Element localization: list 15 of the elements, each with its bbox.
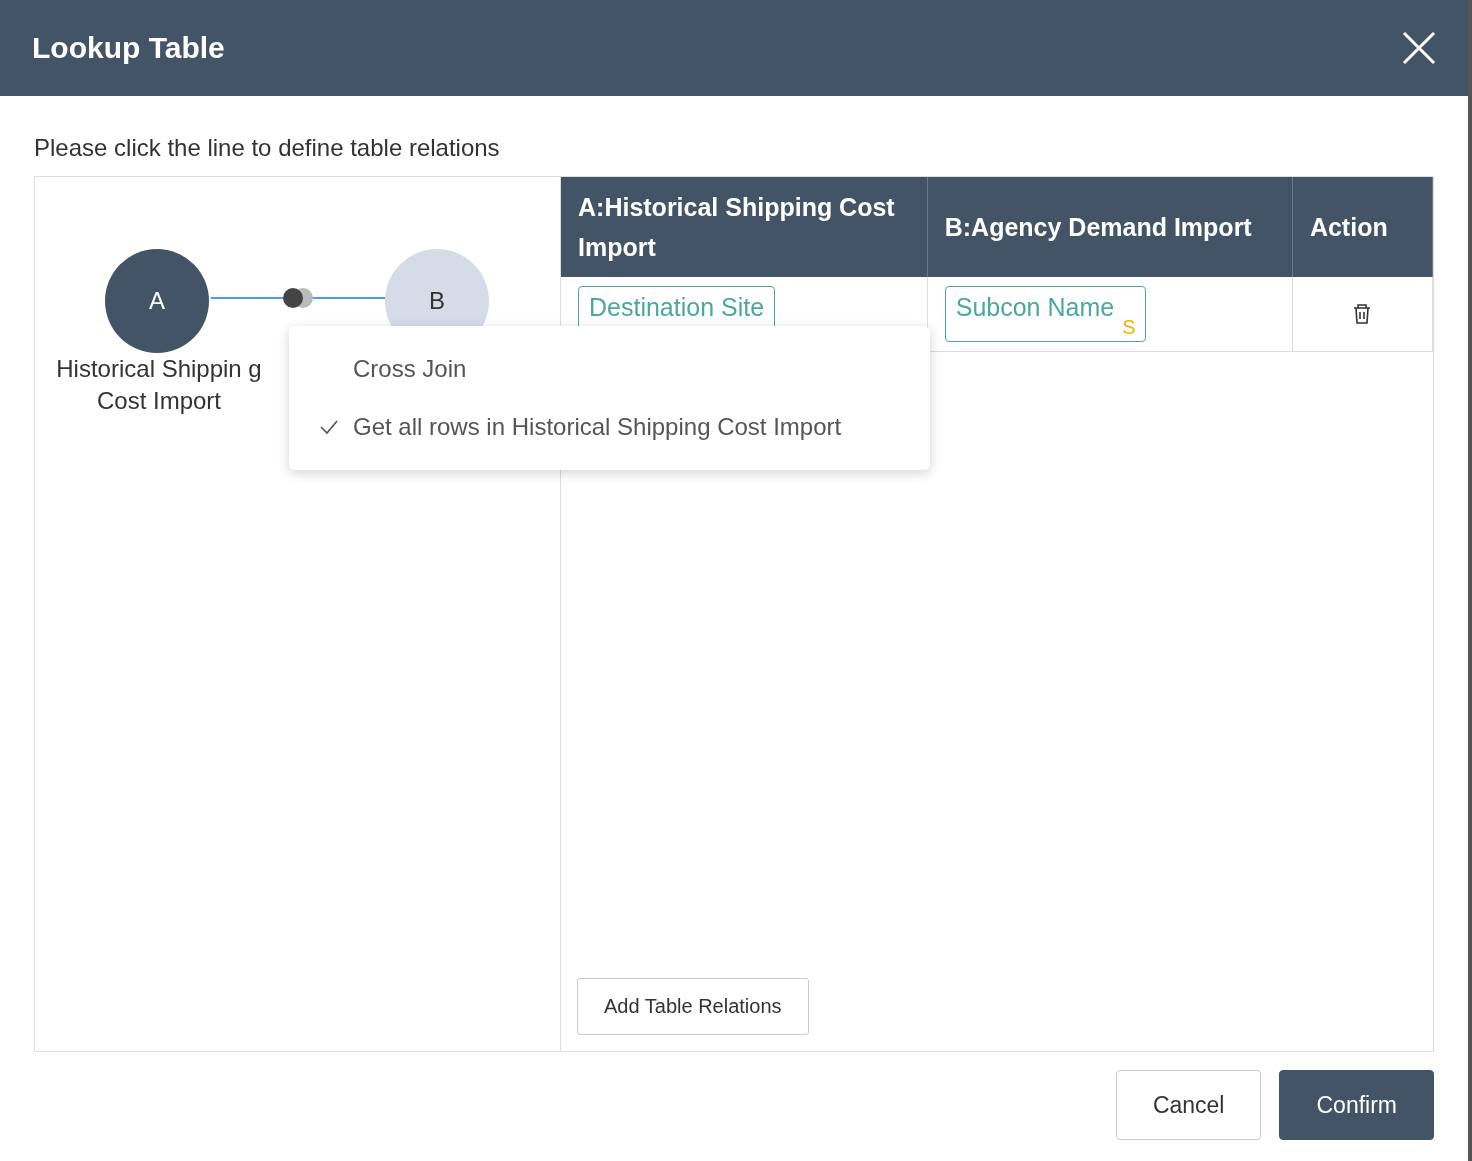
cancel-button[interactable]: Cancel bbox=[1115, 1070, 1262, 1140]
table-node[interactable]: A bbox=[105, 249, 209, 353]
add-relations-button[interactable]: Add Table Relations bbox=[577, 978, 809, 1035]
column-header: B:Agency Demand Import bbox=[927, 177, 1293, 277]
confirm-button[interactable]: Confirm bbox=[1279, 1070, 1434, 1140]
menu-item[interactable]: Get all rows in Historical Shipping Cost Import bbox=[289, 398, 930, 456]
menu-item-label: Get all rows in Historical Shipping Cost Import bbox=[353, 413, 842, 441]
window-title: Lookup Table bbox=[32, 31, 225, 65]
instruction-text: Please click the line to define table relations bbox=[34, 134, 500, 162]
column-header: A:Historical Shipping Cost Import bbox=[561, 177, 928, 277]
close-icon[interactable] bbox=[1402, 31, 1436, 65]
node-label: Historical Shippin g Cost Import bbox=[55, 354, 263, 416]
relation-handle-icon[interactable] bbox=[283, 288, 315, 308]
column-header: Action bbox=[1292, 177, 1433, 277]
menu-item-label: Cross Join bbox=[353, 355, 467, 383]
